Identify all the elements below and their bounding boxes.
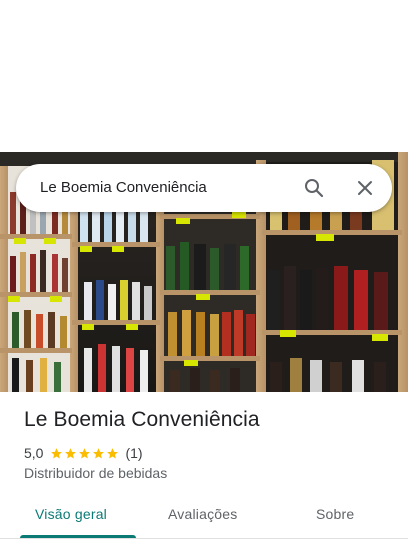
tab-about[interactable]: Sobre bbox=[316, 506, 354, 522]
search-input[interactable] bbox=[40, 164, 290, 212]
search-icon[interactable] bbox=[302, 176, 326, 200]
star-icon bbox=[107, 447, 119, 458]
rating-row[interactable]: 5,0 (1) bbox=[24, 444, 143, 462]
star-icon bbox=[51, 447, 63, 458]
close-icon[interactable] bbox=[353, 176, 377, 200]
place-category: Distribuidor de bebidas bbox=[24, 465, 168, 481]
search-box[interactable] bbox=[16, 164, 392, 212]
place-tabs: Visão geral Avaliações Sobre bbox=[0, 496, 408, 536]
star-rating bbox=[50, 447, 119, 460]
star-icon bbox=[65, 447, 77, 458]
place-title: Le Boemia Conveniência bbox=[24, 408, 260, 431]
review-count[interactable]: (1) bbox=[125, 445, 142, 461]
tab-overview[interactable]: Visão geral bbox=[35, 506, 107, 522]
tab-reviews[interactable]: Avaliações bbox=[168, 506, 237, 522]
blank-header-area bbox=[0, 0, 408, 152]
star-icon bbox=[79, 447, 91, 458]
star-icon bbox=[93, 447, 105, 458]
rating-value: 5,0 bbox=[24, 445, 44, 461]
tabs-divider bbox=[0, 538, 408, 539]
